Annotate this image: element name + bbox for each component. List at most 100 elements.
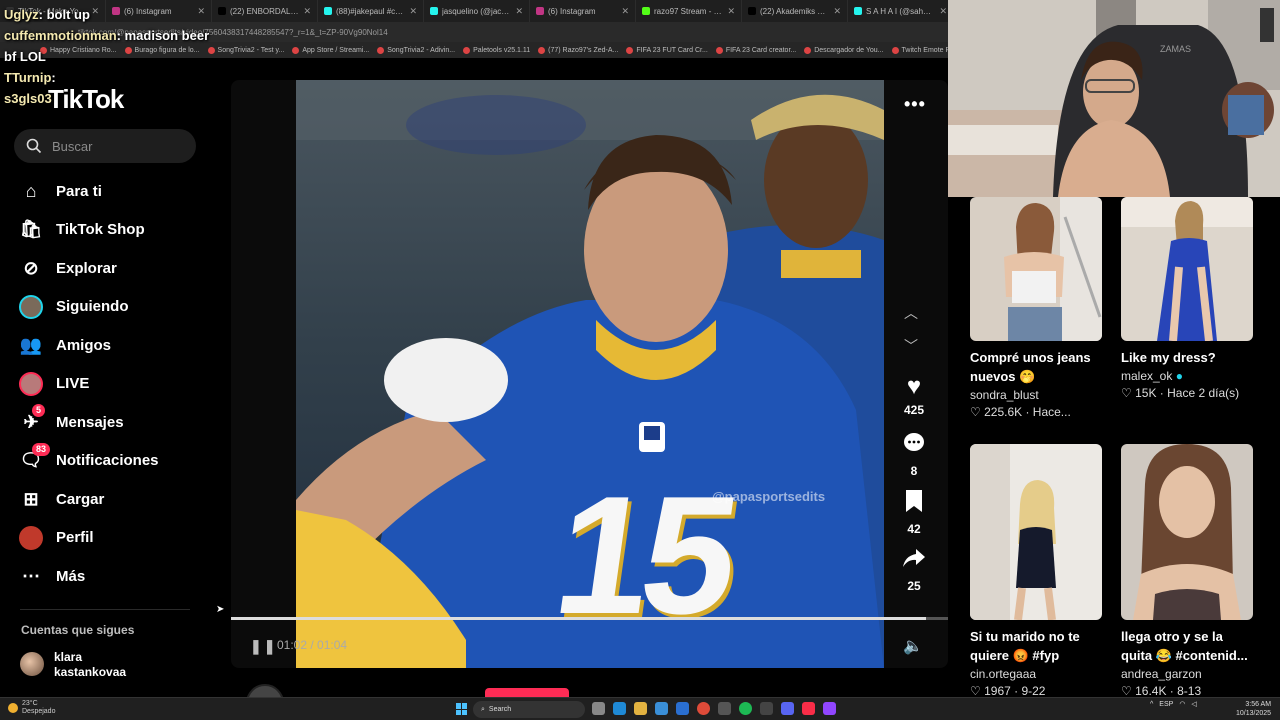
bookmark-item[interactable]: (77) Razo97's Zed-A... — [538, 46, 618, 54]
bookmark-item[interactable]: FIFA 23 Card creator... — [715, 46, 796, 54]
wifi-icon[interactable]: ◠ — [1179, 700, 1185, 708]
sidebar-item-messages[interactable]: ✈ 5 Mensajes — [18, 403, 208, 442]
sidebar-item-friends[interactable]: 👥 Amigos — [18, 326, 208, 365]
bookmark-item[interactable]: App Store / Streami... — [292, 46, 369, 54]
tab-close-icon[interactable]: ✕ — [833, 6, 841, 17]
sidebar-item-compass[interactable]: ⊘ Explorar — [18, 249, 208, 288]
sidebar-item-label: Mensajes — [56, 413, 124, 431]
sidebar-item-more[interactable]: ⋯ Más — [18, 557, 208, 596]
tab-close-icon[interactable]: ✕ — [515, 6, 523, 17]
browser-tab[interactable]: razo97 Stream - Watch Li ✕ — [636, 0, 742, 22]
video-progress-bar[interactable] — [231, 617, 948, 620]
feed-card[interactable]: Si tu marido no te quiere 😡 #fyp cin.ort… — [970, 444, 1102, 697]
tray-chevron-icon[interactable]: ^ — [1150, 701, 1153, 708]
friends-icon: 👥 — [19, 334, 43, 355]
taskbar-search[interactable]: ⌕ Search — [473, 701, 585, 718]
feed-card[interactable]: Compré unos jeans nuevos 🤭 sondra_blust … — [970, 197, 1102, 419]
speaker-icon[interactable]: ◁ — [1191, 700, 1196, 708]
feed-thumbnail[interactable] — [970, 444, 1102, 620]
twitch-icon[interactable] — [823, 702, 836, 715]
chat-message: TTurnip: — [4, 67, 209, 88]
sidebar-item-profile-avatar[interactable]: Perfil — [18, 519, 208, 558]
tab-close-icon[interactable]: ✕ — [303, 6, 311, 17]
chat-username: TTurnip — [4, 70, 52, 85]
search-box[interactable] — [14, 129, 196, 163]
more-options-icon[interactable]: ••• — [904, 94, 926, 115]
feed-card[interactable]: llega otro y se la quita 😂 #contenid... … — [1121, 444, 1253, 697]
feed-card[interactable]: Like my dress? malex_ok ● ♡ 15K · Hace 2… — [1121, 197, 1253, 400]
tab-label: razo97 Stream - Watch Li — [654, 6, 723, 16]
share-icon — [894, 546, 934, 576]
volume-icon[interactable]: 🔈 — [903, 636, 923, 656]
feed-card-author-row[interactable]: malex_ok ● — [1121, 369, 1253, 383]
tab-close-icon[interactable]: ✕ — [939, 6, 947, 17]
feed-card-author[interactable]: sondra_blust — [970, 388, 1102, 402]
browser-tab[interactable]: (6) Instagram ✕ — [530, 0, 636, 22]
bookmark-item[interactable]: Paletools v25.1.11 — [463, 46, 530, 54]
sidebar-item-home[interactable]: ⌂ Para ti — [18, 172, 208, 211]
file-explorer-icon[interactable] — [634, 702, 647, 715]
bookmark-item[interactable]: FIFA 23 FUT Card Cr... — [626, 46, 708, 54]
comment-button[interactable]: 8 — [894, 431, 934, 478]
weather-widget[interactable]: 23°C Despejado — [8, 700, 55, 716]
mouse-cursor-icon: ➤ — [216, 604, 225, 615]
browser-tab[interactable]: jasquelino (@jacqueelgr) ✕ — [424, 0, 530, 22]
app-icon[interactable] — [718, 702, 731, 715]
bookmark-item[interactable]: SongTrivia2 - Adivin... — [377, 46, 455, 54]
video-frame[interactable]: 15 — [296, 80, 884, 668]
windows-start-icon[interactable] — [456, 703, 468, 715]
tab-favicon-icon — [430, 7, 438, 15]
browser-tab[interactable]: S A H A I (@sahai_) | TikT✕ — [848, 0, 948, 22]
tab-close-icon[interactable]: ✕ — [621, 6, 629, 17]
music-icon[interactable] — [802, 702, 815, 715]
share-button[interactable]: 25 — [894, 546, 934, 593]
discord-icon[interactable] — [781, 702, 794, 715]
bookmark-item[interactable]: SongTrivia2 - Test y... — [207, 46, 284, 54]
tab-close-icon[interactable]: ✕ — [727, 6, 735, 17]
language-indicator[interactable]: ESP — [1159, 701, 1173, 708]
feed-card-meta: ♡ 225.6K · Hace... — [970, 405, 1071, 419]
edge-icon[interactable] — [613, 702, 626, 715]
feed-thumbnail[interactable] — [970, 197, 1102, 341]
sidebar-item-following-avatar[interactable]: Siguiendo — [18, 288, 208, 327]
taskbar-clock[interactable]: 3:56 AM 10/13/2025 — [1236, 700, 1271, 718]
sidebar-item-label: Cargar — [56, 490, 105, 508]
save-button[interactable]: 42 — [894, 489, 934, 536]
mail-icon[interactable] — [676, 702, 689, 715]
bookmark-item[interactable]: Twitch Emote Resizer — [891, 46, 948, 54]
like-button[interactable]: ♥ 425 — [894, 374, 934, 418]
spotify-icon[interactable] — [739, 702, 752, 715]
store-icon[interactable] — [655, 702, 668, 715]
tab-label: jasquelino (@jacqueelgr) — [442, 6, 511, 16]
feed-card-author[interactable]: andrea_garzon — [1121, 667, 1253, 681]
feed-card-title: Compré unos jeans — [970, 350, 1091, 365]
bookmark-item[interactable]: Descargador de You... — [804, 46, 884, 54]
browser-tab[interactable]: (22) Akademiks TV on X ✕ — [742, 0, 848, 22]
more-icon: ⋯ — [22, 565, 40, 586]
live-avatar-icon — [18, 371, 44, 397]
following-account[interactable]: klara kastankovaa — [20, 650, 126, 680]
browser-tab[interactable]: (88)#jakepaul #chaka | Ja ✕ — [318, 0, 424, 22]
task-view-icon[interactable] — [592, 702, 605, 715]
video-player[interactable]: 15 — [231, 80, 948, 668]
search-input[interactable] — [52, 138, 182, 154]
browser-tab[interactable]: (22) ENBORDALAO es on✕ — [212, 0, 318, 22]
tab-label: (88)#jakepaul #chaka | Ja — [336, 6, 405, 16]
chat-text: : bolt up — [38, 7, 90, 22]
previous-video-icon[interactable]: ︿ — [904, 303, 918, 323]
next-video-icon[interactable]: ﹀ — [904, 336, 918, 356]
sidebar-item-upload[interactable]: ⊞ Cargar — [18, 480, 208, 519]
sidebar-item-notifications[interactable]: 🗨 83 Notificaciones — [18, 442, 208, 481]
sidebar-item-live-avatar[interactable]: LIVE — [18, 365, 208, 404]
tab-close-icon[interactable]: ✕ — [409, 6, 417, 17]
feed-thumbnail[interactable] — [1121, 197, 1253, 341]
sidebar-item-shop[interactable]: 🛍 TikTok Shop — [18, 211, 208, 250]
pause-icon[interactable]: ❚❚ — [250, 638, 277, 655]
chrome-icon[interactable] — [697, 702, 710, 715]
obs-icon[interactable] — [760, 702, 773, 715]
feed-thumbnail[interactable] — [1121, 444, 1253, 620]
notification-badge: 83 — [32, 442, 51, 456]
feed-card-author[interactable]: cin.ortegaaa — [970, 667, 1102, 681]
like-count: 425 — [903, 403, 925, 417]
tab-label: S A H A I (@sahai_) | TikT — [866, 6, 936, 16]
